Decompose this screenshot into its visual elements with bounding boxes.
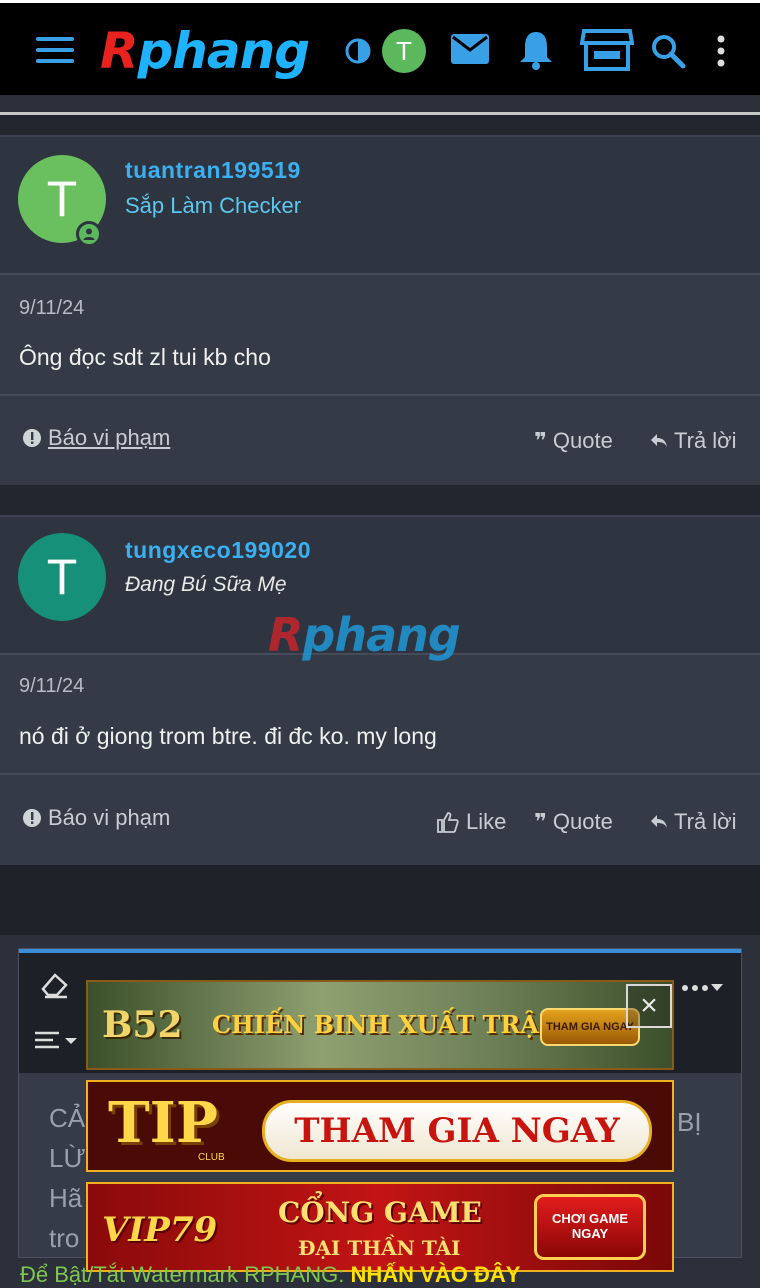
ad-banner-b52[interactable]: B52 CHIẾN BINH XUẤT TRẬN THAM GIA NGAY: [86, 980, 674, 1070]
ad-slogan-2: ĐẠI THẦN TÀI: [298, 1236, 461, 1260]
watermark-logo: Rphang: [268, 608, 461, 662]
reply-icon: [651, 815, 667, 828]
search-icon[interactable]: [650, 33, 686, 69]
quote-button[interactable]: ❞ Quote: [534, 428, 613, 454]
like-button[interactable]: Like: [436, 809, 506, 835]
thumbs-up-icon: [437, 812, 459, 833]
align-icon[interactable]: [33, 1029, 81, 1060]
ad-cta-button[interactable]: THAM GIA NGAY: [540, 1008, 640, 1046]
ad-banner-tip[interactable]: TIP CLUB THAM GIA NGAY: [86, 1080, 674, 1172]
ad-brand-sub: CLUB: [198, 1152, 225, 1163]
post-message: nó đi ở giong trom btre. đi đc ko. my lo…: [19, 723, 437, 749]
section-gap: [0, 115, 760, 135]
warning-icon: [23, 809, 41, 827]
quote-button[interactable]: ❞ Quote: [534, 809, 613, 835]
post-author-block: [0, 135, 760, 275]
theme-toggle-icon[interactable]: [344, 37, 372, 65]
menu-icon[interactable]: [36, 37, 74, 65]
report-link[interactable]: Báo vi phạm: [22, 425, 170, 451]
online-status-icon: [76, 221, 102, 247]
post-date[interactable]: 9/11/24: [19, 675, 84, 698]
report-link[interactable]: Báo vi phạm: [22, 805, 170, 831]
author-title: Sắp Làm Checker: [125, 193, 302, 218]
divider: [0, 273, 760, 275]
author-username[interactable]: tuantran199519: [125, 157, 301, 184]
author-avatar[interactable]: T: [18, 533, 106, 621]
quote-icon: ❞: [534, 428, 547, 453]
divider: [0, 394, 760, 396]
post-date[interactable]: 9/11/24: [19, 297, 84, 320]
reply-button[interactable]: Trả lời: [650, 809, 737, 835]
ad-brand: TIP: [108, 1090, 218, 1156]
author-username[interactable]: tungxeco199020: [125, 537, 311, 564]
user-avatar[interactable]: T: [382, 29, 426, 73]
top-navigation-bar: Rphang T: [0, 0, 760, 95]
warning-icon: [23, 429, 41, 447]
reply-button[interactable]: Trả lời: [650, 428, 737, 454]
quote-icon: ❞: [534, 809, 547, 834]
bell-icon[interactable]: [518, 29, 554, 71]
watermark-toggle-note: Để Bật/Tắt Watermark RPHANG: NHẤN VÀO ĐÂ…: [20, 1262, 521, 1287]
store-icon[interactable]: [580, 27, 634, 73]
post-message: Ông đọc sdt zl tui kb cho: [19, 344, 271, 370]
post-item: T tungxeco199020 Đang Bú Sữa Mẹ 9/11/24 …: [0, 515, 760, 865]
eraser-icon[interactable]: [39, 971, 69, 1006]
mail-icon[interactable]: [450, 33, 490, 65]
ad-banner-vip79[interactable]: VIP79 CỔNG GAME ĐẠI THẦN TÀI CHƠI GAME N…: [86, 1182, 674, 1272]
more-options-icon[interactable]: [681, 971, 725, 1002]
site-logo[interactable]: Rphang: [100, 21, 310, 81]
divider: [0, 773, 760, 775]
post-item: T tuantran199519 Sắp Làm Checker 9/11/24…: [0, 135, 760, 485]
section-gap: [0, 865, 760, 935]
ad-slogan: CHIẾN BINH XUẤT TRẬN: [212, 1010, 561, 1039]
author-title: Đang Bú Sữa Mẹ: [125, 573, 287, 596]
ad-cta-button[interactable]: CHƠI GAME NGAY: [534, 1194, 646, 1260]
reply-icon: [651, 434, 667, 447]
ad-brand: VIP79: [102, 1210, 218, 1250]
more-vertical-icon[interactable]: [714, 33, 728, 69]
ad-cta-button[interactable]: THAM GIA NGAY: [262, 1100, 652, 1162]
ad-brand: B52: [102, 1004, 183, 1046]
watermark-toggle-link[interactable]: NHẤN VÀO ĐÂY: [351, 1262, 521, 1287]
section-gap: [0, 485, 760, 515]
close-ad-icon[interactable]: ×: [626, 984, 672, 1028]
ad-slogan-1: CỔNG GAME: [278, 1196, 482, 1229]
